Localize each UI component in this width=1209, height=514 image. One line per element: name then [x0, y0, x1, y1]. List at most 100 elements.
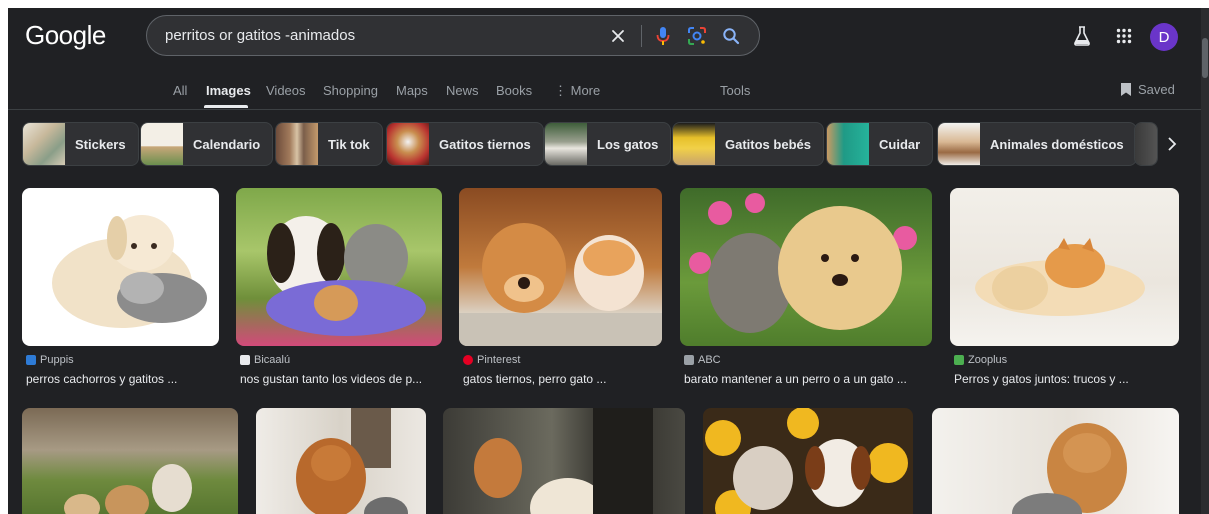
account-avatar[interactable]: D: [1150, 23, 1178, 51]
clear-search-button[interactable]: [607, 25, 629, 47]
tab-shopping[interactable]: Shopping: [323, 83, 378, 98]
chevron-right-icon: [1168, 137, 1177, 151]
puppy-kitten-image: [52, 215, 207, 328]
result-source[interactable]: Puppis: [26, 354, 74, 366]
scrollbar-thumb[interactable]: [1202, 38, 1208, 78]
chip-stickers[interactable]: Stickers: [22, 122, 139, 166]
result-image[interactable]: [443, 408, 685, 514]
chip-cuidar[interactable]: Cuidar: [826, 122, 934, 166]
image-result[interactable]: [22, 408, 238, 514]
chip-los-gatos[interactable]: Los gatos: [544, 122, 672, 166]
chip-animales-domesticos[interactable]: Animales domésticos: [937, 122, 1137, 166]
source-name: Zooplus: [968, 354, 1008, 366]
image-result[interactable]: Pinterest gatos tiernos, perro gato ...: [459, 188, 662, 388]
puppies-kitten-grass-image: [64, 464, 192, 514]
chip-gatitos-tiernos[interactable]: Gatitos tiernos: [386, 122, 544, 166]
voice-search-button[interactable]: [651, 24, 675, 48]
search-labs-button[interactable]: [1070, 24, 1094, 48]
chip-label: Cuidar: [879, 136, 921, 152]
result-title[interactable]: gatos tiernos, perro gato ...: [463, 372, 606, 386]
saved-label: Saved: [1138, 82, 1175, 97]
search-box: [146, 15, 760, 56]
tab-books[interactable]: Books: [496, 83, 532, 98]
result-title[interactable]: Perros y gatos juntos: trucos y ...: [954, 372, 1129, 386]
result-image[interactable]: [22, 408, 238, 514]
image-result[interactable]: [443, 408, 685, 514]
result-title[interactable]: barato mantener a un perro o a un gato .…: [684, 372, 907, 386]
result-source[interactable]: ABC: [684, 354, 721, 366]
image-result[interactable]: [703, 408, 913, 514]
tab-maps[interactable]: Maps: [396, 83, 428, 98]
image-result[interactable]: Bicaalú nos gustan tanto los videos de p…: [236, 188, 442, 388]
site-favicon-icon: [954, 355, 964, 365]
image-result[interactable]: [256, 408, 426, 514]
related-searches-chips: Stickers Calendario Tik tok Gatitos tier…: [8, 122, 1201, 168]
result-source[interactable]: Zooplus: [954, 354, 1007, 366]
source-name: Pinterest: [477, 354, 521, 366]
chip-thumbnail: [827, 123, 869, 165]
chip-label: Gatitos bebés: [725, 136, 811, 152]
golden-retriever-cat-image: [296, 408, 408, 514]
tab-all[interactable]: All: [173, 83, 187, 98]
chip-thumbnail: [23, 123, 65, 165]
google-images-page: Google perritos or gatitos -animados D A…: [8, 8, 1201, 514]
result-image[interactable]: [236, 188, 442, 346]
puppy-kitten-newspaper-image: [459, 223, 662, 346]
beagle-kittens-image: [266, 216, 426, 336]
result-image[interactable]: [22, 188, 219, 346]
result-image[interactable]: [950, 188, 1179, 346]
chip-label: Gatitos tiernos: [439, 136, 531, 152]
chip-thumbnail: [938, 123, 980, 165]
kitten-golden-puppy-image: [689, 193, 917, 333]
chip-label: Tik tok: [328, 136, 370, 152]
result-image[interactable]: [459, 188, 662, 346]
golden-retriever-cat-hug-image: [1012, 423, 1127, 514]
tab-tools[interactable]: Tools: [720, 83, 750, 98]
page-scrollbar[interactable]: [1201, 8, 1209, 514]
chip-label: Stickers: [75, 136, 126, 152]
result-source[interactable]: Bicaalú: [240, 354, 290, 366]
tab-images[interactable]: Images: [206, 83, 251, 98]
image-result[interactable]: Zooplus Perros y gatos juntos: trucos y …: [950, 188, 1179, 388]
google-apps-button[interactable]: [1112, 24, 1136, 48]
chips-next-button[interactable]: [1158, 130, 1186, 158]
site-favicon-icon: [240, 355, 250, 365]
google-lens-icon: [688, 27, 706, 45]
close-icon: [612, 30, 624, 42]
source-name: ABC: [698, 354, 721, 366]
result-image[interactable]: [703, 408, 913, 514]
source-name: Bicaalú: [254, 354, 291, 366]
tab-more[interactable]: ⋮ More: [554, 83, 600, 99]
tab-videos[interactable]: Videos: [266, 83, 306, 98]
image-result[interactable]: [932, 408, 1179, 514]
search-icon: [723, 28, 740, 45]
bookmark-icon: [1121, 83, 1131, 96]
image-result[interactable]: ABC barato mantener a un perro o a un ga…: [680, 188, 932, 388]
flask-icon: [1074, 26, 1090, 46]
image-result[interactable]: Puppis perros cachorros y gatitos ...: [22, 188, 219, 388]
sleeping-puppy-kitten-image: [975, 238, 1145, 316]
result-title[interactable]: nos gustan tanto los videos de p...: [240, 372, 422, 386]
chip-gatitos-bebes[interactable]: Gatitos bebés: [672, 122, 824, 166]
result-title[interactable]: perros cachorros y gatitos ...: [26, 372, 177, 386]
google-logo[interactable]: Google: [25, 20, 106, 51]
chip-tik-tok[interactable]: Tik tok: [275, 122, 383, 166]
saved-link[interactable]: Saved: [1120, 82, 1175, 97]
search-input[interactable]: [165, 16, 595, 55]
pinterest-icon: [463, 355, 473, 365]
search-divider: [641, 25, 642, 47]
chip-thumbnail: [387, 123, 429, 165]
site-favicon-icon: [684, 355, 694, 365]
result-image[interactable]: [932, 408, 1179, 514]
result-source[interactable]: Pinterest: [463, 354, 520, 366]
result-image[interactable]: [680, 188, 932, 346]
tab-news[interactable]: News: [446, 83, 479, 98]
result-image[interactable]: [256, 408, 426, 514]
lens-search-button[interactable]: [685, 24, 709, 48]
search-button[interactable]: [719, 24, 743, 48]
source-name: Puppis: [40, 354, 74, 366]
chip-calendario[interactable]: Calendario: [140, 122, 274, 166]
apps-grid-icon: [1116, 28, 1132, 44]
chip-label: Los gatos: [597, 136, 659, 152]
chip-partial[interactable]: [1134, 122, 1158, 166]
